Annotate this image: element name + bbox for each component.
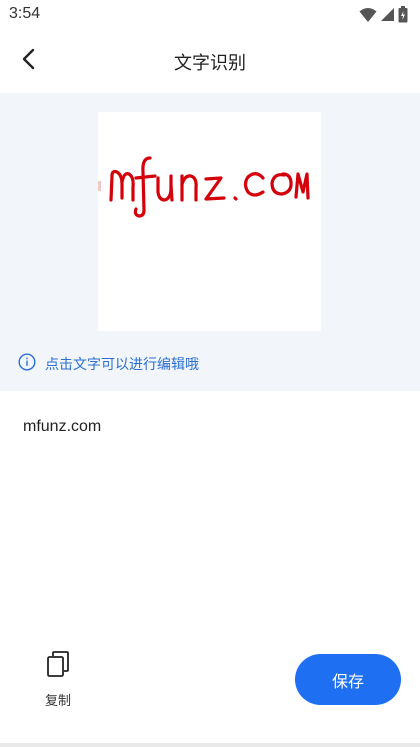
copy-button[interactable]: 复制 (30, 650, 86, 710)
chevron-left-icon (21, 48, 37, 74)
status-icons (359, 6, 408, 27)
signal-icon (380, 7, 395, 26)
wifi-icon (359, 7, 377, 27)
status-bar: 3:54 (0, 0, 420, 30)
battery-icon (398, 6, 408, 27)
copy-label: 复制 (44, 694, 71, 709)
bottom-divider (0, 743, 420, 747)
page-title: 文字识别 (174, 53, 246, 74)
image-preview-panel: 点击文字可以进行编辑哦 (0, 93, 420, 391)
info-circle-icon (18, 353, 36, 375)
source-image (98, 112, 321, 331)
copy-icon (45, 650, 71, 682)
back-button[interactable] (12, 44, 46, 78)
edit-hint: 点击文字可以进行编辑哦 (18, 353, 199, 375)
nav-bar: 文字识别 (0, 30, 420, 92)
recognized-text[interactable]: mfunz.com (23, 418, 403, 436)
save-button[interactable]: 保存 (295, 654, 401, 705)
handwritten-image (98, 156, 310, 218)
status-time: 3:54 (9, 5, 41, 22)
hint-text: 点击文字可以进行编辑哦 (45, 357, 199, 373)
